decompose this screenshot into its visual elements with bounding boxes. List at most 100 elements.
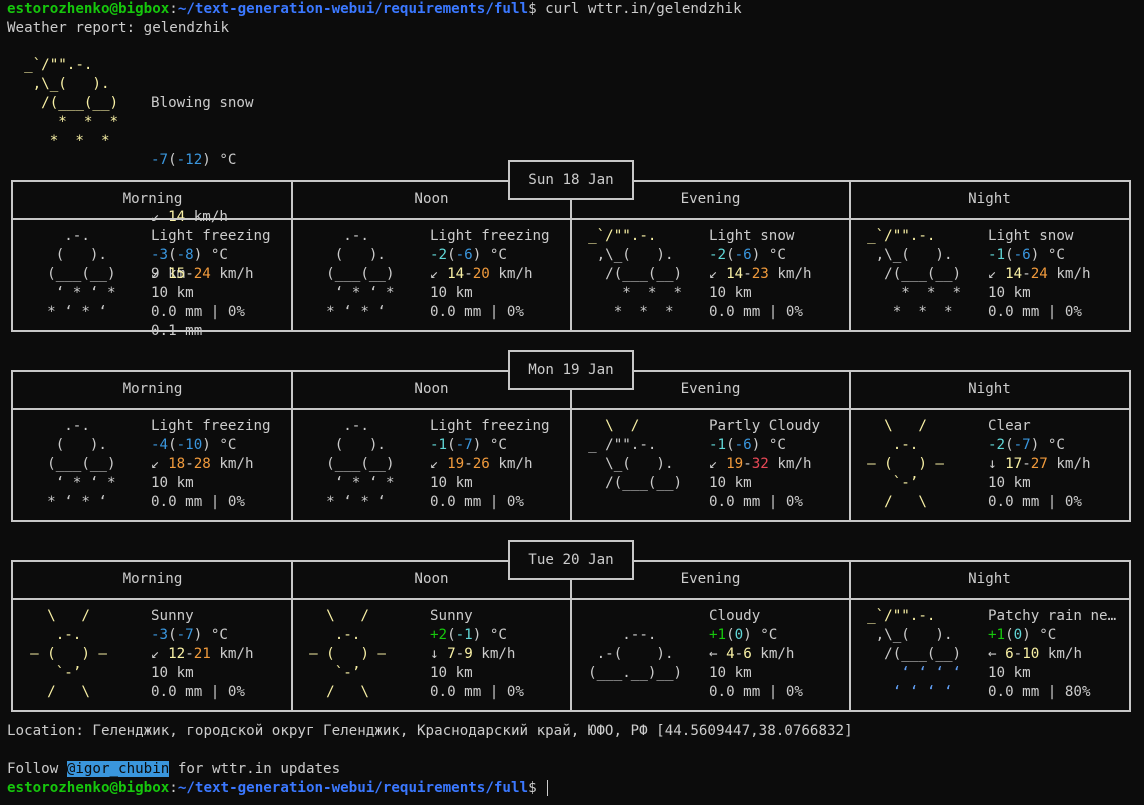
period-header-morning: Morning (122, 571, 183, 587)
precipitation: 0.0 mm | 80% (988, 684, 1091, 700)
forecast-cell-evening: .--. .-( ). (___.__)__) Cloudy +1(0) °C ← … (571, 598, 850, 710)
forecast-details: Sunny -3(-7) °C ↙ 12-21 km/h 10 km 0.0 mm | … (151, 607, 286, 702)
forecast-details: Partly Cloudy -1(-6) °C ↙ 19-32 km/h 10 km 0… (709, 417, 844, 512)
wind-speed: ↙ 14-24 km/h (988, 266, 1091, 282)
forecast-day-table: Morning Noon Evening Night Mon 19 Jan .-. ( … (11, 350, 1131, 522)
visibility: 10 km (151, 475, 194, 491)
cloud-icon: .--. .-( ). (___.__)__) (571, 627, 683, 681)
forecast-details: Light freezing -3(-8) °C ↙ 15-24 km/h 10 km… (151, 227, 286, 322)
snow-cloud-sun-icon: _`/"".-. ,\_( ). /(___(__) * * * * * * (571, 228, 691, 320)
temperature: +1(0) °C (709, 627, 778, 643)
current-condition: Blowing snow (151, 95, 254, 111)
temperature: -1(-6) °C (709, 437, 786, 453)
temperature: -1(-7) °C (430, 437, 507, 453)
visibility: 10 km (709, 475, 752, 491)
wind-speed: ↓ 7-9 km/h (430, 646, 516, 662)
temperature: +2(-1) °C (430, 627, 507, 643)
freezing-drizzle-icon: .-. ( ). (___(__) ‘ * ‘ * * ‘ * ‘ (292, 418, 404, 510)
temperature: -3(-8) °C (151, 247, 228, 263)
condition-text: Light freezing (151, 228, 271, 244)
precipitation: 0.0 mm | 0% (430, 304, 524, 320)
forecast-cell-morning: .-. ( ). (___(__) ‘ * ‘ * * ‘ * ‘ Light … (13, 218, 292, 330)
forecast-cell-evening: \ / _ /"".-. \_( ). /(___(__) Partly Clo… (571, 408, 850, 520)
precipitation: 0.0 mm | 0% (709, 304, 803, 320)
period-header-night: Night (968, 191, 1011, 207)
forecast-details: Light snow -2(-6) °C ↙ 14-23 km/h 10 km 0.0 … (709, 227, 844, 322)
forecast-details: Light freezing -4(-10) °C ↙ 18-28 km/h 10 k… (151, 417, 286, 512)
visibility: 10 km (988, 665, 1031, 681)
current-temp: -7(-12) °C (151, 152, 237, 168)
visibility: 10 km (430, 285, 473, 301)
text-cursor (547, 780, 549, 796)
date-label: Mon 19 Jan (508, 350, 634, 390)
period-header-night: Night (968, 571, 1011, 587)
precipitation: 0.0 mm | 0% (709, 494, 803, 510)
precipitation: 0.0 mm | 0% (430, 494, 524, 510)
visibility: 10 km (151, 285, 194, 301)
rain-cloud-sun-icon: _`/"".-. ,\_( ). /(___(__) ‘ ‘ ‘ ‘ ‘ ‘ ‘… (850, 608, 970, 700)
visibility: 10 km (709, 665, 752, 681)
forecast-cell-morning: .-. ( ). (___(__) ‘ * ‘ * * ‘ * ‘ Light … (13, 408, 292, 520)
wind-speed: ↙ 19-26 km/h (430, 456, 533, 472)
forecast-cell-night: \ / .-. ‒ ( ) ‒ `-’ / \ Clear -2(-7) °C ↓ … (850, 408, 1129, 520)
precipitation: 0.0 mm | 0% (151, 684, 245, 700)
freezing-drizzle-icon: .-. ( ). (___(__) ‘ * ‘ * * ‘ * ‘ (292, 228, 404, 320)
report-title: Weather report: gelendzhik (7, 20, 230, 36)
condition-text: Light snow (988, 228, 1074, 244)
precipitation: 0.0 mm | 0% (151, 304, 245, 320)
forecast-cell-noon: \ / .-. ‒ ( ) ‒ `-’ / \ Sunny +2(-1) °C ↓ … (292, 598, 571, 710)
prompt-symbol: $ (528, 1, 537, 17)
freezing-drizzle-icon: .-. ( ). (___(__) ‘ * ‘ * * ‘ * ‘ (13, 418, 125, 510)
precipitation: 0.0 mm | 0% (430, 684, 524, 700)
condition-text: Sunny (151, 608, 194, 624)
forecast-cell-night: _`/"".-. ,\_( ). /(___(__) ‘ ‘ ‘ ‘ ‘ ‘ ‘… (850, 598, 1129, 710)
temperature: -2(-7) °C (988, 437, 1065, 453)
condition-text: Clear (988, 418, 1031, 434)
condition-text: Light freezing (430, 418, 550, 434)
forecast-details: Cloudy +1(0) °C ← 4-6 km/h 10 km 0.0 mm | 0% (709, 607, 844, 702)
precipitation: 0.0 mm | 0% (988, 494, 1082, 510)
forecast-details: Light freezing -1(-7) °C ↙ 19-26 km/h 10 km… (430, 417, 565, 512)
forecast-cell-noon: .-. ( ). (___(__) ‘ * ‘ * * ‘ * ‘ Light … (292, 218, 571, 330)
condition-text: Light snow (709, 228, 795, 244)
condition-text: Sunny (430, 608, 473, 624)
date-label: Tue 20 Jan (508, 540, 634, 580)
condition-text: Partly Cloudy (709, 418, 821, 434)
wind-speed: ↙ 19-32 km/h (709, 456, 812, 472)
date-label: Sun 18 Jan (508, 160, 634, 200)
condition-text: Light freezing (151, 418, 271, 434)
terminal-window[interactable]: estorozhenko@bigbox:~/text-generation-we… (0, 0, 1144, 805)
partly-cloudy-icon: \ / _ /"".-. \_( ). /(___(__) (571, 418, 691, 491)
location-line: Location: Геленджик, городской округ Гел… (7, 723, 853, 739)
sun-icon: \ / .-. ‒ ( ) ‒ `-’ / \ (292, 608, 404, 700)
temperature: -3(-7) °C (151, 627, 228, 643)
wind-speed: ↙ 14-23 km/h (709, 266, 812, 282)
visibility: 10 km (430, 665, 473, 681)
period-header-morning: Morning (122, 191, 183, 207)
freezing-drizzle-icon: .-. ( ). (___(__) ‘ * ‘ * * ‘ * ‘ (13, 228, 125, 320)
forecast-details: Patchy rain ne… +1(0) °C ← 6-10 km/h 10 km 0… (988, 607, 1123, 702)
visibility: 10 km (988, 285, 1031, 301)
visibility: 10 km (151, 665, 194, 681)
precipitation: 0.0 mm | 0% (151, 494, 245, 510)
period-header-night: Night (968, 381, 1011, 397)
temperature: -2(-6) °C (709, 247, 786, 263)
command-prompt[interactable]: estorozhenko@bigbox:~/text-generation-we… (7, 779, 549, 798)
period-header-morning: Morning (122, 381, 183, 397)
forecast-details: Light freezing -2(-6) °C ↙ 14-20 km/h 10 km… (430, 227, 565, 322)
wind-speed: ↙ 12-21 km/h (151, 646, 254, 662)
forecast-cell-morning: \ / .-. ‒ ( ) ‒ `-’ / \ Sunny -3(-7) °C ↙ … (13, 598, 292, 710)
forecast-details: Sunny +2(-1) °C ↓ 7-9 km/h 10 km 0.0 mm | 0% (430, 607, 565, 702)
condition-text: Patchy rain ne… (988, 608, 1117, 624)
wind-speed: ← 4-6 km/h (709, 646, 795, 662)
clear-night-icon: \ / .-. ‒ ( ) ‒ `-’ / \ (850, 418, 962, 510)
forecast-cell-noon: .-. ( ). (___(__) ‘ * ‘ * * ‘ * ‘ Light … (292, 408, 571, 520)
visibility: 10 km (988, 475, 1031, 491)
wind-speed: ↙ 14-20 km/h (430, 266, 533, 282)
wind-speed: ↙ 18-28 km/h (151, 456, 254, 472)
forecast-details: Clear -2(-7) °C ↓ 17-27 km/h 10 km 0.0 mm | … (988, 417, 1123, 512)
follow-line: Follow @igor_chubin for wttr.in updates (7, 761, 341, 777)
wind-speed: ↓ 17-27 km/h (988, 456, 1091, 472)
twitter-handle-link[interactable]: @igor_chubin (66, 761, 170, 777)
temperature: -2(-6) °C (430, 247, 507, 263)
